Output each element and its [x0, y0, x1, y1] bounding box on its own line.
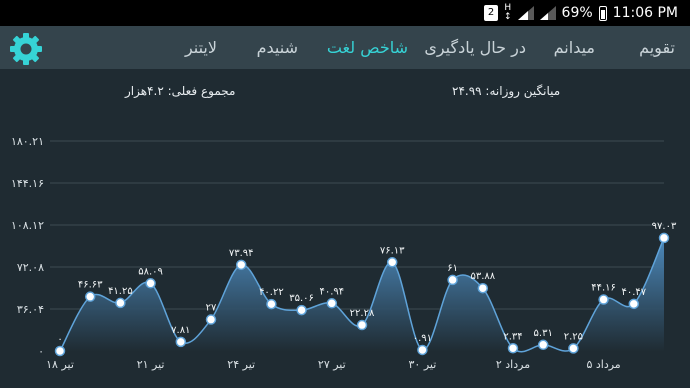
data-label: ۰: [57, 334, 62, 345]
data-label: ۴۴.۱۶: [591, 283, 616, 294]
x-tick-label: ۱۸ تیر: [46, 358, 74, 371]
total-summary: مجموع فعلی: ۴.۲هزار: [125, 84, 236, 98]
tab-known[interactable]: میدانم: [554, 26, 595, 69]
x-tick-label: ۲۷ تیر: [318, 358, 346, 371]
data-point: [175, 336, 187, 348]
daily-average: میانگین روزانه: ۲۴.۹۹: [452, 84, 561, 98]
data-point: [115, 297, 126, 309]
data-label: ۵.۳۱: [534, 328, 553, 339]
y-tick-label: ۰: [38, 345, 44, 358]
y-tick-label: ۱۸۰.۲۱: [11, 135, 44, 148]
data-label: ۵۸.۰۹: [138, 266, 163, 277]
data-label: ۴۶.۶۳: [78, 280, 103, 291]
tab-leitner[interactable]: لایتنر: [185, 26, 217, 69]
data-label: ۲۷: [206, 303, 217, 314]
data-point: [507, 343, 519, 354]
data-point: [628, 298, 640, 310]
data-label: ۷۶.۱۳: [380, 245, 405, 256]
data-point: [417, 344, 428, 356]
tab-bar: تقویم میدانم در حال یادگیری شاخص لغت شنی…: [0, 26, 690, 69]
data-point: [84, 291, 96, 302]
data-point: [356, 319, 368, 331]
data-point: [296, 304, 307, 316]
clock: 11:06 PM: [612, 5, 678, 21]
sim-icon: 2: [484, 5, 498, 21]
data-point: [145, 278, 156, 289]
x-tick-label: ۳۰ تیر: [409, 358, 437, 371]
data-point: [235, 259, 247, 271]
data-label: ۲.۳۴: [503, 331, 522, 342]
status-bar: 2 H ↕ 69% 11:06 PM: [0, 0, 690, 26]
data-label: ۲.۲۵: [564, 331, 583, 342]
data-label: ۴۰.۴۷: [621, 287, 646, 298]
data-point: [447, 274, 458, 286]
x-tick-label: ۲۱ تیر: [137, 358, 165, 371]
data-point: [205, 314, 217, 325]
data-point: [54, 345, 66, 357]
data-label: ۲۲.۲۸: [350, 308, 375, 319]
data-label: ۴۱.۲۵: [108, 286, 133, 297]
data-point: [386, 257, 398, 268]
y-tick-label: ۱۴۴.۱۶: [11, 177, 44, 190]
tab-word-index[interactable]: شاخص لغت: [327, 26, 408, 69]
data-point: [477, 282, 489, 294]
battery-icon: [598, 5, 607, 21]
data-point: [598, 294, 609, 305]
y-tick-label: ۳۶.۰۴: [17, 303, 44, 316]
tab-heard[interactable]: شنیدم: [257, 26, 298, 69]
y-tick-label: ۷۲.۰۸: [17, 261, 44, 274]
data-label: ۷.۸۱: [171, 325, 190, 336]
signal-icon-secondary: [539, 6, 556, 20]
data-label: ۳۵.۰۶: [289, 293, 314, 304]
progress-chart: ۰ ۳۶.۰۴ ۷۲.۰۸ ۱۰۸.۱۲ ۱۴۴.۱۶ ۱۸۰.۲۱ ۰ ۴۶.۶۳ ۴۱.۲۵…: [11, 135, 677, 371]
data-point: [568, 343, 579, 354]
data-point: [537, 339, 549, 351]
data-label: ۴۰.۲۲: [259, 287, 284, 298]
data-label: ۶۱: [447, 263, 458, 274]
battery-percent: 69%: [561, 5, 593, 21]
tab-learning[interactable]: در حال یادگیری: [424, 26, 526, 69]
data-point: [266, 298, 277, 310]
data-label: ۹۷.۰۳: [652, 221, 677, 232]
x-tick-label: ۲ مرداد: [496, 358, 530, 371]
signal-icon: [517, 6, 534, 20]
data-point: [326, 298, 338, 309]
x-tick-label: ۲۴ تیر: [227, 358, 255, 371]
network-type-icon: H ↕: [504, 3, 512, 22]
y-tick-label: ۱۰۸.۱۲: [11, 219, 44, 232]
tab-calendar[interactable]: تقویم: [639, 26, 675, 69]
data-label: ۷۳.۹۴: [229, 248, 254, 259]
x-tick-label: ۵ مرداد: [586, 358, 620, 371]
gear-icon[interactable]: [8, 31, 44, 67]
data-point: [658, 232, 670, 244]
data-label: ۴۰.۹۴: [319, 286, 344, 297]
data-label: ۰.۹۱: [413, 333, 432, 344]
data-label: ۵۳.۸۸: [470, 271, 495, 282]
